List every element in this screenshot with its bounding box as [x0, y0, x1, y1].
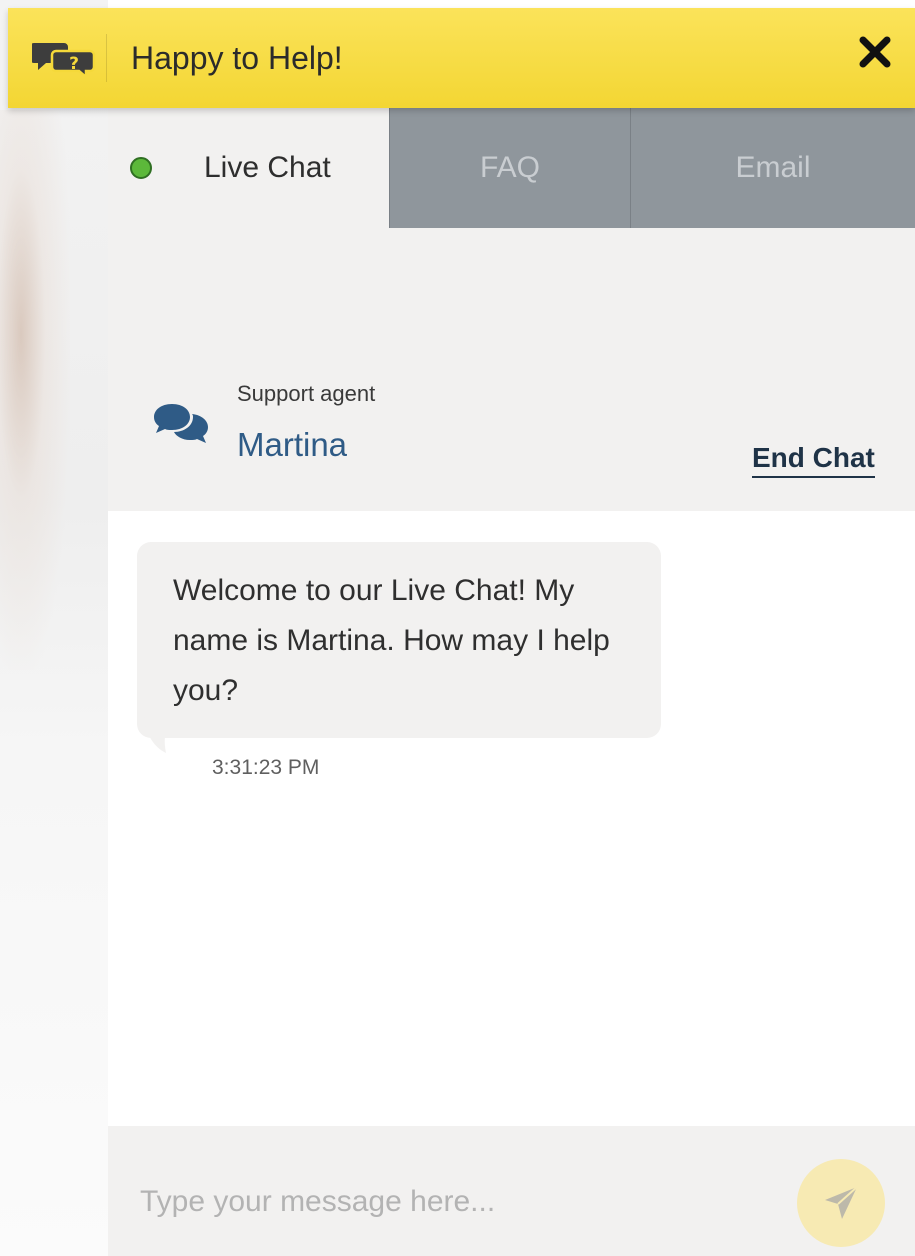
- close-icon: [859, 36, 891, 68]
- header-title: Happy to Help!: [131, 39, 343, 76]
- tab-faq-label: FAQ: [479, 151, 540, 184]
- header-divider: [106, 34, 107, 82]
- message-timestamp: 3:31:23 PM: [212, 756, 320, 779]
- tab-email-label: Email: [735, 151, 811, 184]
- chat-panel: Live Chat FAQ Email Support agent Martin…: [108, 108, 915, 1256]
- tab-email[interactable]: Email: [630, 108, 915, 228]
- message-input[interactable]: [138, 1176, 762, 1228]
- close-button[interactable]: [855, 32, 895, 72]
- agent-role-label: Support agent: [237, 381, 376, 406]
- send-icon: [825, 1186, 858, 1219]
- tab-live-chat-label: Live Chat: [204, 151, 331, 184]
- tab-live-chat[interactable]: Live Chat: [108, 108, 389, 228]
- send-button[interactable]: [797, 1159, 885, 1247]
- svg-text:?: ?: [69, 54, 79, 74]
- chat-header: ? Happy to Help!: [8, 8, 915, 108]
- agent-name: Martina: [237, 426, 348, 463]
- bubble-tail: [138, 717, 182, 760]
- end-chat-link[interactable]: End Chat: [752, 442, 875, 478]
- tab-faq[interactable]: FAQ: [389, 108, 630, 228]
- message-composer: [108, 1126, 915, 1256]
- chat-bubbles-icon: [152, 400, 212, 453]
- tab-bar: Live Chat FAQ Email: [108, 108, 915, 228]
- chat-question-icon: ?: [30, 41, 96, 80]
- online-status-dot: [130, 157, 152, 179]
- message-text: Welcome to our Live Chat! My name is Mar…: [173, 574, 610, 707]
- message-list: Welcome to our Live Chat! My name is Mar…: [108, 511, 915, 1126]
- background-page-blur: [0, 0, 108, 1256]
- agent-message-bubble: Welcome to our Live Chat! My name is Mar…: [137, 542, 661, 738]
